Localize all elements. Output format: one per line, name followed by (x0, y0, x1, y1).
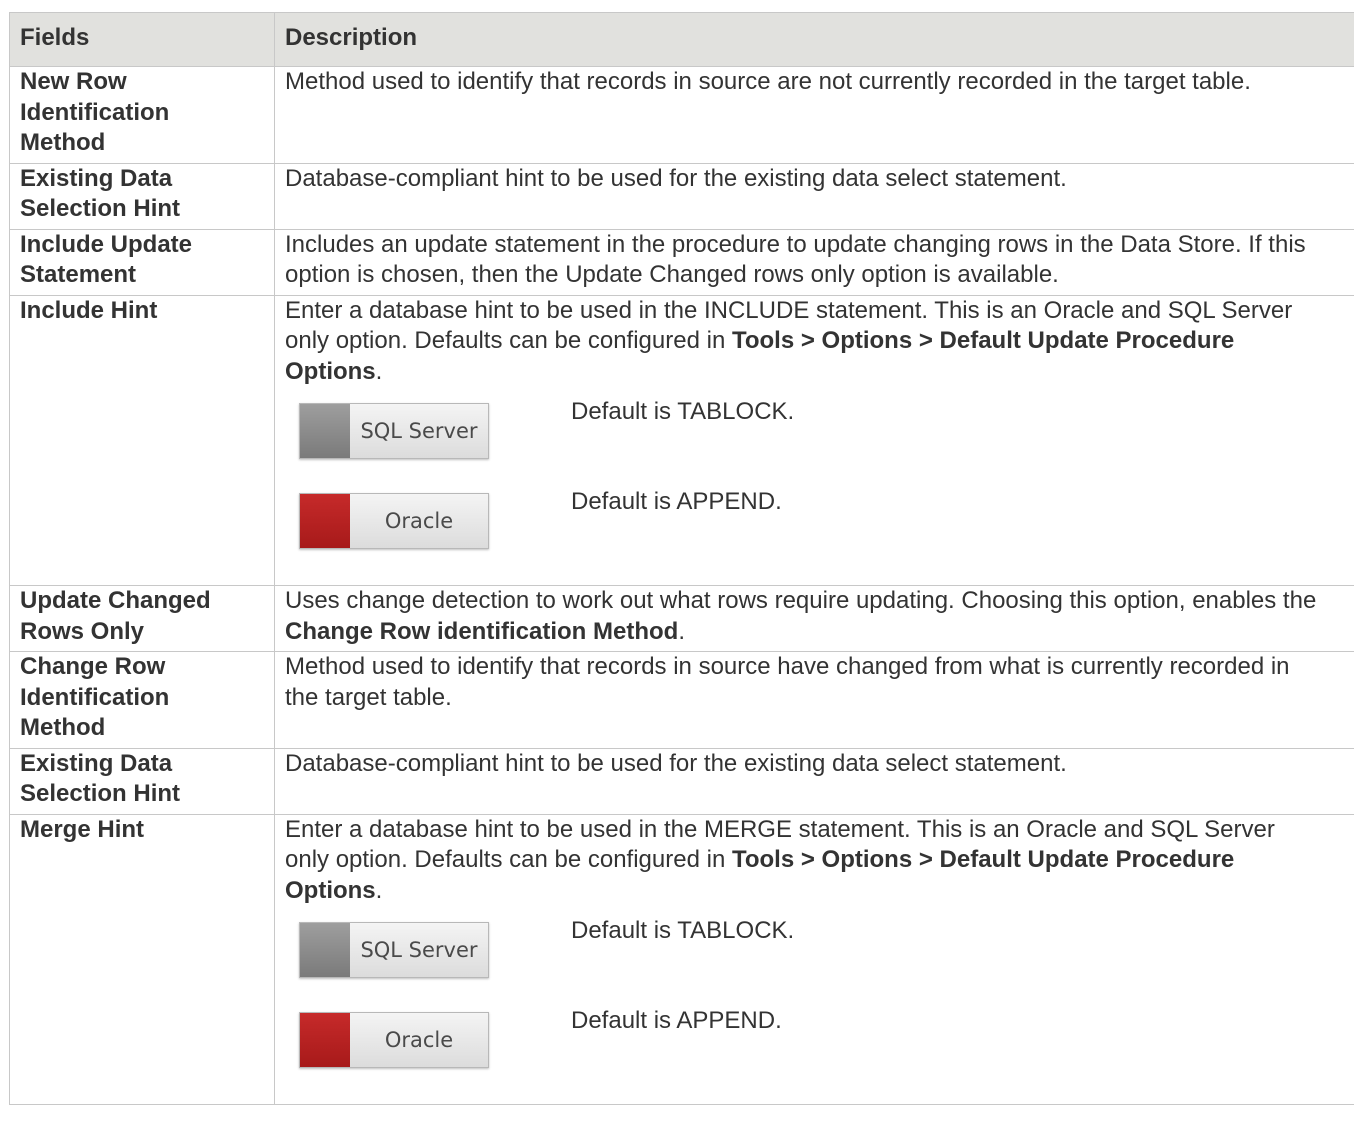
table-row: Existing Data Selection Hint Database-co… (9, 747, 1354, 815)
field-description: Method used to identify that records in … (274, 66, 1354, 164)
field-name: Change Row Identification Method (9, 651, 275, 749)
field-name: Existing Data Selection Hint (9, 162, 275, 230)
sql-server-badge: SQL Server (299, 922, 489, 978)
field-name: Update Changed Rows Only (9, 585, 275, 652)
field-name: Include Hint (9, 294, 275, 586)
table-header-row: Fields Description (9, 12, 1354, 67)
table-row: Existing Data Selection Hint Database-co… (9, 162, 1354, 230)
hint-default-text: Default is TABLOCK. (571, 398, 795, 425)
hint-default-text: Default is APPEND. (571, 488, 782, 515)
sql-server-swatch (300, 404, 350, 458)
column-header-description: Description (274, 12, 1354, 67)
oracle-badge: Oracle (299, 1012, 489, 1068)
table-row: Merge Hint Enter a database hint to be u… (9, 813, 1354, 1105)
field-description: Uses change detection to work out what r… (274, 585, 1354, 652)
default-hints-list: SQL Server Default is TABLOCK. Oracle De… (285, 917, 1324, 1100)
fields-description-table: Fields Description New Row Identificatio… (9, 12, 1354, 1105)
oracle-label: Oracle (384, 508, 454, 533)
field-name: Existing Data Selection Hint (9, 747, 275, 815)
hint-row-oracle: Oracle Default is APPEND. (299, 488, 1324, 581)
description-text: Uses change detection to work out what r… (285, 587, 1317, 614)
table-row: Update Changed Rows Only Uses change det… (9, 585, 1354, 652)
default-hints-list: SQL Server Default is TABLOCK. Oracle De… (285, 398, 1324, 581)
sql-server-label: SQL Server (360, 418, 478, 443)
method-name-text: Change Row identification Method (285, 617, 679, 645)
hint-row-oracle: Oracle Default is APPEND. (299, 1007, 1324, 1100)
field-name: Merge Hint (9, 813, 275, 1105)
field-description: Method used to identify that records in … (274, 651, 1354, 749)
oracle-swatch (300, 1013, 350, 1067)
field-name: New Row Identification Method (9, 66, 275, 164)
description-text-end: . (375, 357, 383, 385)
field-description: Database-compliant hint to be used for t… (274, 162, 1354, 230)
description-text-end: . (375, 876, 383, 904)
description-text-end: . (678, 617, 685, 645)
oracle-badge: Oracle (299, 493, 489, 549)
table-row: New Row Identification Method Method use… (9, 66, 1354, 164)
table-row: Include Hint Enter a database hint to be… (9, 294, 1354, 586)
hint-row-sql-server: SQL Server Default is TABLOCK. (299, 398, 1324, 491)
hint-default-text: Default is TABLOCK. (571, 917, 795, 944)
table-row: Change Row Identification Method Method … (9, 651, 1354, 749)
sql-server-swatch (300, 923, 350, 977)
column-header-fields: Fields (9, 12, 275, 67)
field-description: Enter a database hint to be used in the … (274, 294, 1354, 586)
hint-default-text: Default is APPEND. (571, 1007, 782, 1034)
field-description: Includes an update statement in the proc… (274, 228, 1354, 296)
hint-row-sql-server: SQL Server Default is TABLOCK. (299, 917, 1324, 1010)
oracle-label: Oracle (384, 1027, 454, 1052)
field-description: Enter a database hint to be used in the … (274, 813, 1354, 1105)
oracle-swatch (300, 494, 350, 548)
sql-server-badge: SQL Server (299, 403, 489, 459)
field-name: Include Update Statement (9, 228, 275, 296)
sql-server-label: SQL Server (360, 937, 478, 962)
table-row: Include Update Statement Includes an upd… (9, 228, 1354, 296)
field-description: Database-compliant hint to be used for t… (274, 747, 1354, 815)
